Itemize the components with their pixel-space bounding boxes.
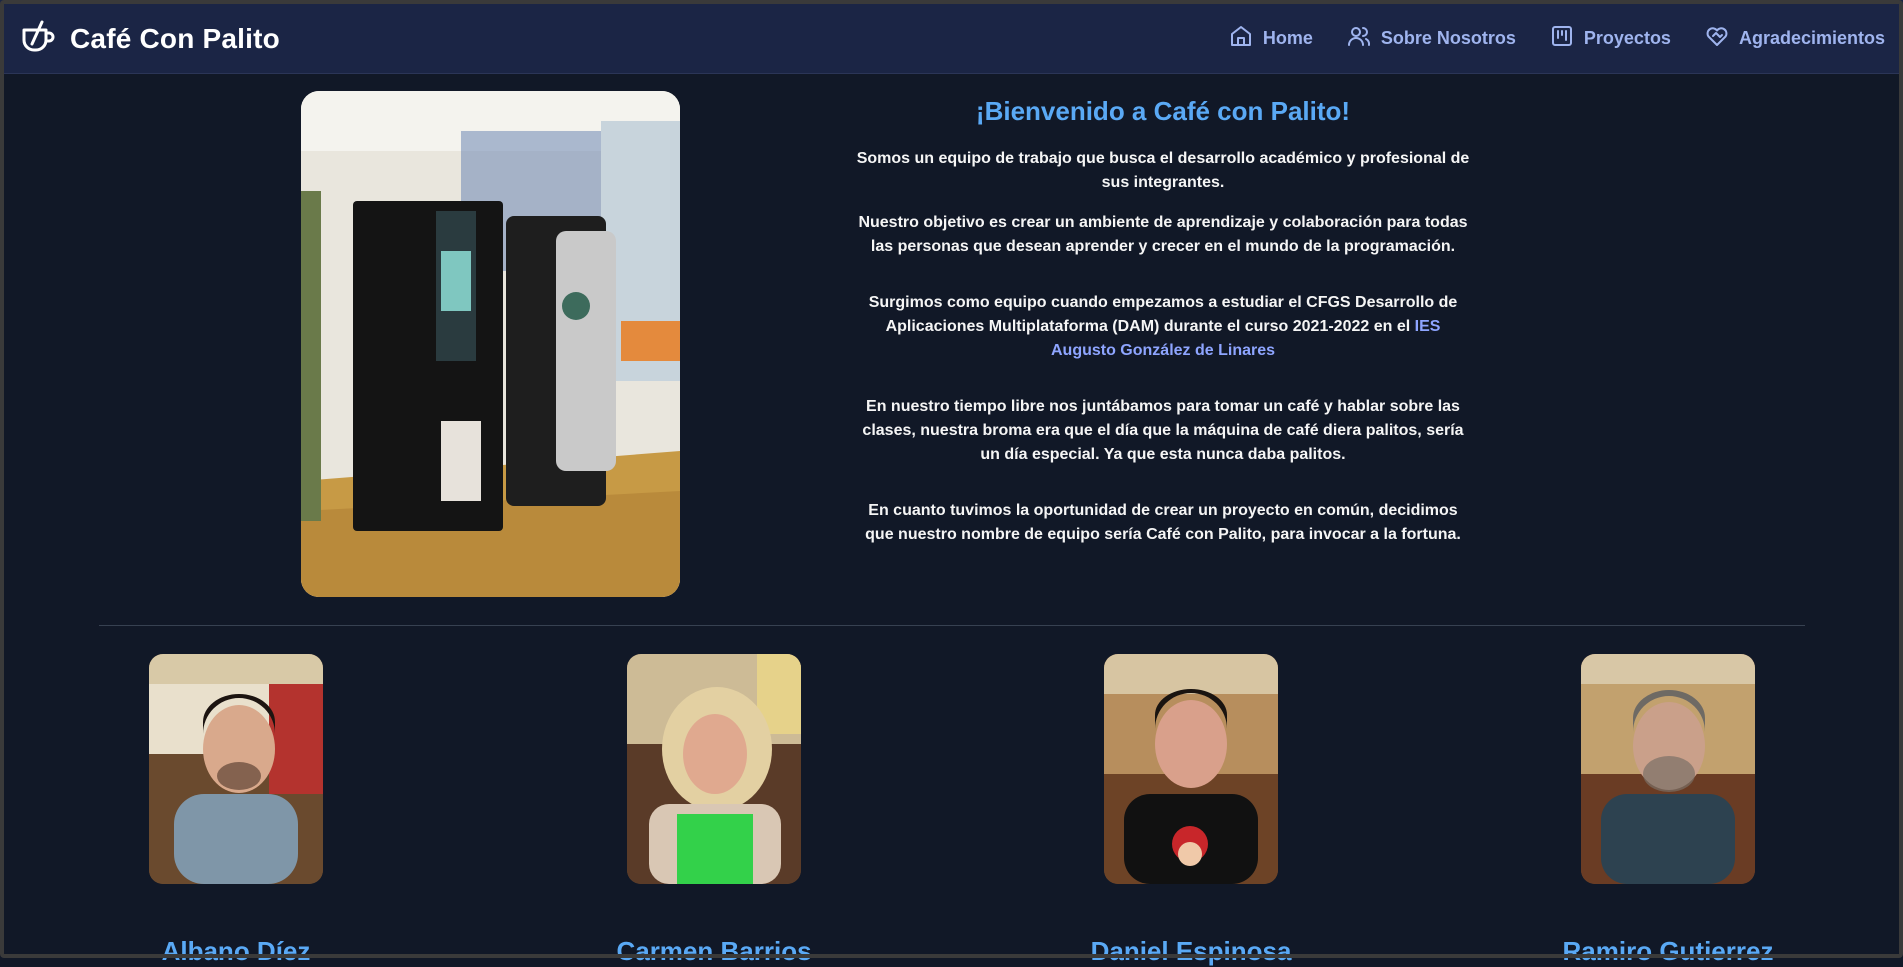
- intro-paragraph-3: Surgimos como equipo cuando empezamos a …: [852, 291, 1474, 363]
- nav-home-label: Home: [1262, 28, 1313, 48]
- main-nav: Home Sobre Nosotros Proyectos Agradecimi…: [1229, 24, 1885, 53]
- coffee-cup-icon: [20, 18, 56, 59]
- team-member-card[interactable]: Albano Díez: [86, 654, 386, 967]
- section-divider: [99, 625, 1805, 626]
- nav-agradecimientos[interactable]: Agradecimientos: [1705, 24, 1885, 53]
- team-member-card[interactable]: Daniel Espinosa: [1041, 654, 1341, 967]
- intro-paragraph-2: Nuestro objetivo es crear un ambiente de…: [858, 214, 1468, 255]
- member-name: Albano Díez: [161, 936, 311, 966]
- member-photo: [627, 654, 801, 884]
- nav-sobre-nosotros-label: Sobre Nosotros: [1380, 28, 1516, 48]
- nav-home[interactable]: Home: [1229, 24, 1313, 53]
- member-photo: [1104, 654, 1278, 884]
- welcome-title: ¡Bienvenido a Café con Palito!: [975, 96, 1351, 126]
- intro-paragraph-3-text: Surgimos como equipo cuando empezamos a …: [868, 294, 1458, 335]
- nav-proyectos-label: Proyectos: [1583, 28, 1671, 48]
- team-member-card[interactable]: Carmen Barrios: [564, 654, 864, 967]
- home-icon: [1229, 24, 1253, 53]
- kanban-icon: [1550, 24, 1574, 53]
- intro-section: ¡Bienvenido a Café con Palito! Somos un …: [852, 96, 1474, 547]
- brand-title: Café Con Palito: [70, 22, 280, 54]
- member-name: Ramiro Gutierrez: [1562, 936, 1774, 966]
- coffee-machine-photo: [301, 91, 680, 597]
- intro-paragraph-5: En cuanto tuvimos la oportunidad de crea…: [865, 502, 1461, 543]
- intro-paragraph-1: Somos un equipo de trabajo que busca el …: [856, 150, 1470, 191]
- nav-proyectos[interactable]: Proyectos: [1550, 24, 1671, 53]
- brand[interactable]: Café Con Palito: [20, 18, 280, 59]
- team-member-card[interactable]: Ramiro Gutierrez: [1518, 654, 1818, 967]
- nav-agradecimientos-label: Agradecimientos: [1738, 28, 1885, 48]
- member-name: Daniel Espinosa: [1090, 936, 1292, 966]
- intro-paragraph-4: En nuestro tiempo libre nos juntábamos p…: [862, 398, 1464, 463]
- member-photo: [149, 654, 323, 884]
- users-icon: [1347, 24, 1371, 53]
- heart-handshake-icon: [1705, 24, 1729, 53]
- member-photo: [1581, 654, 1755, 884]
- member-name: Carmen Barrios: [616, 936, 812, 966]
- nav-sobre-nosotros[interactable]: Sobre Nosotros: [1347, 24, 1516, 53]
- top-navbar: Café Con Palito Home Sobre Nosotros Proy…: [0, 0, 1903, 74]
